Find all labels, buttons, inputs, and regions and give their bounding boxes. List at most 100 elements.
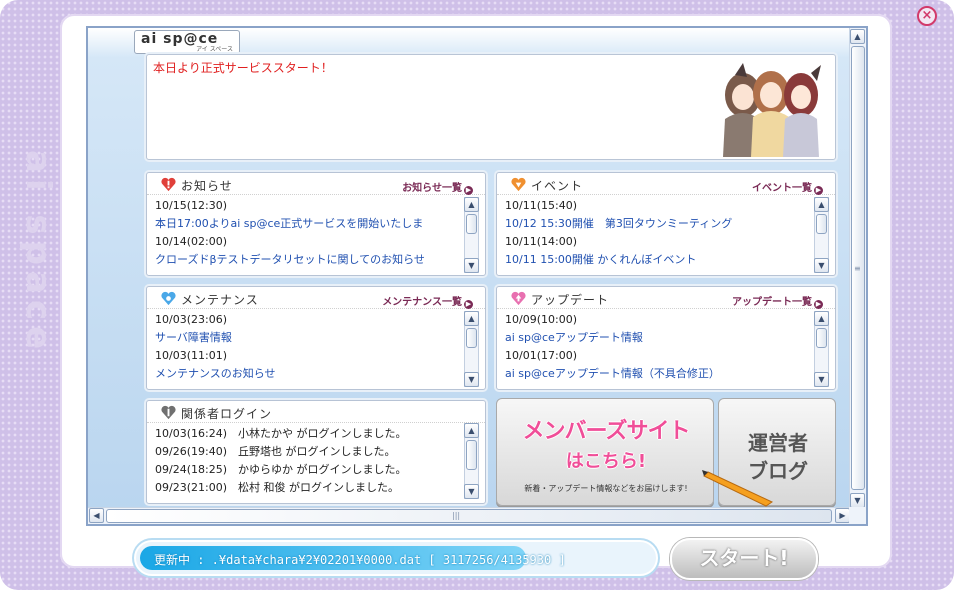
news-panel-header: お知らせ お知らせ一覧 ▶ — [147, 173, 485, 195]
members-site-note: 新着・アップデート情報などをお届けします! — [524, 484, 688, 493]
heart-login-icon — [161, 405, 176, 420]
update-list-link[interactable]: アップデート一覧 ▶ — [732, 293, 823, 309]
update-panel-title: アップデート — [531, 293, 610, 307]
staff-login-scrollbar[interactable]: ▲ ▼ — [464, 423, 479, 499]
operator-blog-line1: 運営者 — [748, 431, 808, 455]
scrollbar-corner — [849, 507, 866, 524]
update-link[interactable]: ai sp@ceアップデート情報（不具合修正） — [505, 365, 811, 383]
event-list-link-label: イベント一覧 — [752, 183, 812, 194]
scroll-up-button[interactable]: ▲ — [464, 311, 479, 326]
news-list-link[interactable]: お知らせ一覧 ▶ — [402, 179, 473, 195]
maintenance-list: 10/03(23:06) サーバ障害情報 10/03(11:01) メンテナンス… — [155, 311, 461, 383]
maintenance-list-link-label: メンテナンス一覧 — [382, 297, 462, 308]
maintenance-link[interactable]: サーバ障害情報 — [155, 329, 461, 347]
download-progress-bar: 更新中 : .¥data¥chara¥2¥02201¥0000.dat [ 31… — [134, 540, 658, 576]
scroll-thumb[interactable] — [466, 214, 477, 234]
event-date: 10/11(15:40) — [505, 199, 577, 212]
scroll-thumb[interactable] — [816, 214, 827, 234]
scroll-down-button[interactable]: ▼ — [850, 493, 865, 508]
scroll-down-button[interactable]: ▼ — [814, 372, 829, 387]
maintenance-link[interactable]: メンテナンスのお知らせ — [155, 365, 461, 383]
event-scrollbar[interactable]: ▲ ▼ — [814, 197, 829, 273]
scroll-thumb[interactable] — [816, 328, 827, 348]
horizontal-scrollbar[interactable]: ◀ ||| ▶ — [88, 507, 851, 524]
scroll-up-button[interactable]: ▲ — [464, 423, 479, 438]
staff-login-panel-header: 関係者ログイン — [147, 401, 485, 423]
update-scrollbar[interactable]: ▲ ▼ — [814, 311, 829, 387]
event-list: 10/11(15:40) 10/12 15:30開催 第3回タウンミーティング … — [505, 197, 811, 269]
event-link[interactable]: 10/12 15:30開催 第3回タウンミーティング — [505, 215, 811, 233]
login-entry: 09/26(19:40) 丘野塔也 がログインしました。 — [155, 445, 396, 458]
scroll-thumb[interactable] — [466, 440, 477, 470]
members-site-button[interactable]: メンバーズサイト はこちら! 新着・アップデート情報などをお届けします! — [496, 398, 714, 506]
heart-exclaim-icon — [161, 177, 176, 192]
vertical-scrollbar[interactable]: ▲ ≡ ▼ — [849, 28, 866, 509]
members-site-subtitle: はこちら! — [565, 451, 647, 472]
update-list: 10/09(10:00) ai sp@ceアップデート情報 10/01(17:0… — [505, 311, 811, 383]
maintenance-panel-title: メンテナンス — [181, 293, 259, 307]
grip-icon: ≡ — [854, 264, 861, 273]
maintenance-scrollbar[interactable]: ▲ ▼ — [464, 311, 479, 387]
scroll-down-button[interactable]: ▼ — [464, 258, 479, 273]
event-panel: イベント イベント一覧 ▶ 10/11(15:40) 10/12 15:30開催 … — [496, 172, 836, 276]
close-button[interactable]: × — [917, 6, 937, 26]
scroll-up-button[interactable]: ▲ — [850, 29, 865, 44]
staff-login-list: 10/03(16:24) 小林たかや がログインしました。 09/26(19:4… — [155, 425, 461, 497]
arrow-right-icon: ▶ — [464, 300, 473, 309]
event-panel-header: イベント イベント一覧 ▶ — [497, 173, 835, 195]
news-scrollbar[interactable]: ▲ ▼ — [464, 197, 479, 273]
maintenance-date: 10/03(11:01) — [155, 349, 227, 362]
scroll-up-button[interactable]: ▲ — [464, 197, 479, 212]
announcement-banner: 本日より正式サービススタート！ — [146, 54, 836, 160]
update-panel-header: アップデート アップデート一覧 ▶ — [497, 287, 835, 309]
event-panel-title: イベント — [531, 179, 584, 193]
news-panel-title: お知らせ — [181, 179, 233, 193]
news-link[interactable]: クローズドβテストデータリセットに関してのお知らせ — [155, 251, 461, 269]
news-list-link-label: お知らせ一覧 — [402, 183, 462, 194]
maintenance-panel-header: メンテナンス メンテナンス一覧 ▶ — [147, 287, 485, 309]
scroll-right-button[interactable]: ▶ — [835, 508, 850, 523]
launcher-frame: ai space × ai sp@ce アイ スペース 本日より正式サービススタ… — [0, 0, 954, 590]
banner-message: 本日より正式サービススタート！ — [153, 61, 333, 75]
side-logo: ai space — [18, 150, 58, 356]
staff-login-panel: 関係者ログイン 10/03(16:24) 小林たかや がログインしました。 09… — [146, 400, 486, 504]
staff-login-panel-title: 関係者ログイン — [181, 407, 273, 421]
news-browser-viewport: ai sp@ce アイ スペース 本日より正式サービススタート！ お知らせ お知… — [86, 26, 868, 526]
news-link[interactable]: 本日17:00よりai sp@ce正式サービスを開始いたしま — [155, 215, 461, 233]
news-panel: お知らせ お知らせ一覧 ▶ 10/15(12:30) 本日17:00よりai sp… — [146, 172, 486, 276]
update-panel: アップデート アップデート一覧 ▶ 10/09(10:00) ai sp@ceアッ… — [496, 286, 836, 390]
start-button[interactable]: スタート! — [670, 538, 818, 580]
login-entry: 10/03(16:24) 小林たかや がログインしました。 — [155, 427, 407, 440]
pencil-icon — [702, 470, 774, 507]
maintenance-panel: メンテナンス メンテナンス一覧 ▶ 10/03(23:06) サーバ障害情報 10… — [146, 286, 486, 390]
news-list: 10/15(12:30) 本日17:00よりai sp@ce正式サービスを開始い… — [155, 197, 461, 269]
scroll-down-button[interactable]: ▼ — [814, 258, 829, 273]
heart-maint-icon — [161, 291, 176, 306]
maintenance-date: 10/03(23:06) — [155, 313, 227, 326]
event-link[interactable]: 10/11 15:00開催 かくれんぼイベント — [505, 251, 811, 269]
arrow-right-icon: ▶ — [814, 300, 823, 309]
scroll-up-button[interactable]: ▲ — [814, 311, 829, 326]
event-date: 10/11(14:00) — [505, 235, 577, 248]
heart-update-icon — [511, 291, 526, 306]
news-date: 10/15(12:30) — [155, 199, 227, 212]
update-date: 10/09(10:00) — [505, 313, 577, 326]
logo-main-text: ai sp@ce — [141, 31, 219, 47]
scroll-up-button[interactable]: ▲ — [814, 197, 829, 212]
update-link[interactable]: ai sp@ceアップデート情報 — [505, 329, 811, 347]
scroll-down-button[interactable]: ▼ — [464, 484, 479, 499]
news-date: 10/14(02:00) — [155, 235, 227, 248]
scroll-down-button[interactable]: ▼ — [464, 372, 479, 387]
maintenance-list-link[interactable]: メンテナンス一覧 ▶ — [382, 293, 473, 309]
scroll-thumb[interactable] — [106, 509, 832, 523]
arrow-right-icon: ▶ — [464, 186, 473, 195]
login-entry: 09/24(18:25) かゆらゆか がログインしました。 — [155, 463, 407, 476]
arrow-right-icon: ▶ — [814, 186, 823, 195]
logo-sub-text: アイ スペース — [196, 46, 233, 53]
members-site-title: メンバーズサイト — [522, 419, 691, 444]
scroll-left-button[interactable]: ◀ — [89, 508, 104, 523]
update-list-link-label: アップデート一覧 — [732, 297, 812, 308]
scroll-thumb[interactable] — [466, 328, 477, 348]
event-list-link[interactable]: イベント一覧 ▶ — [752, 179, 823, 195]
grip-icon: ||| — [452, 511, 461, 520]
